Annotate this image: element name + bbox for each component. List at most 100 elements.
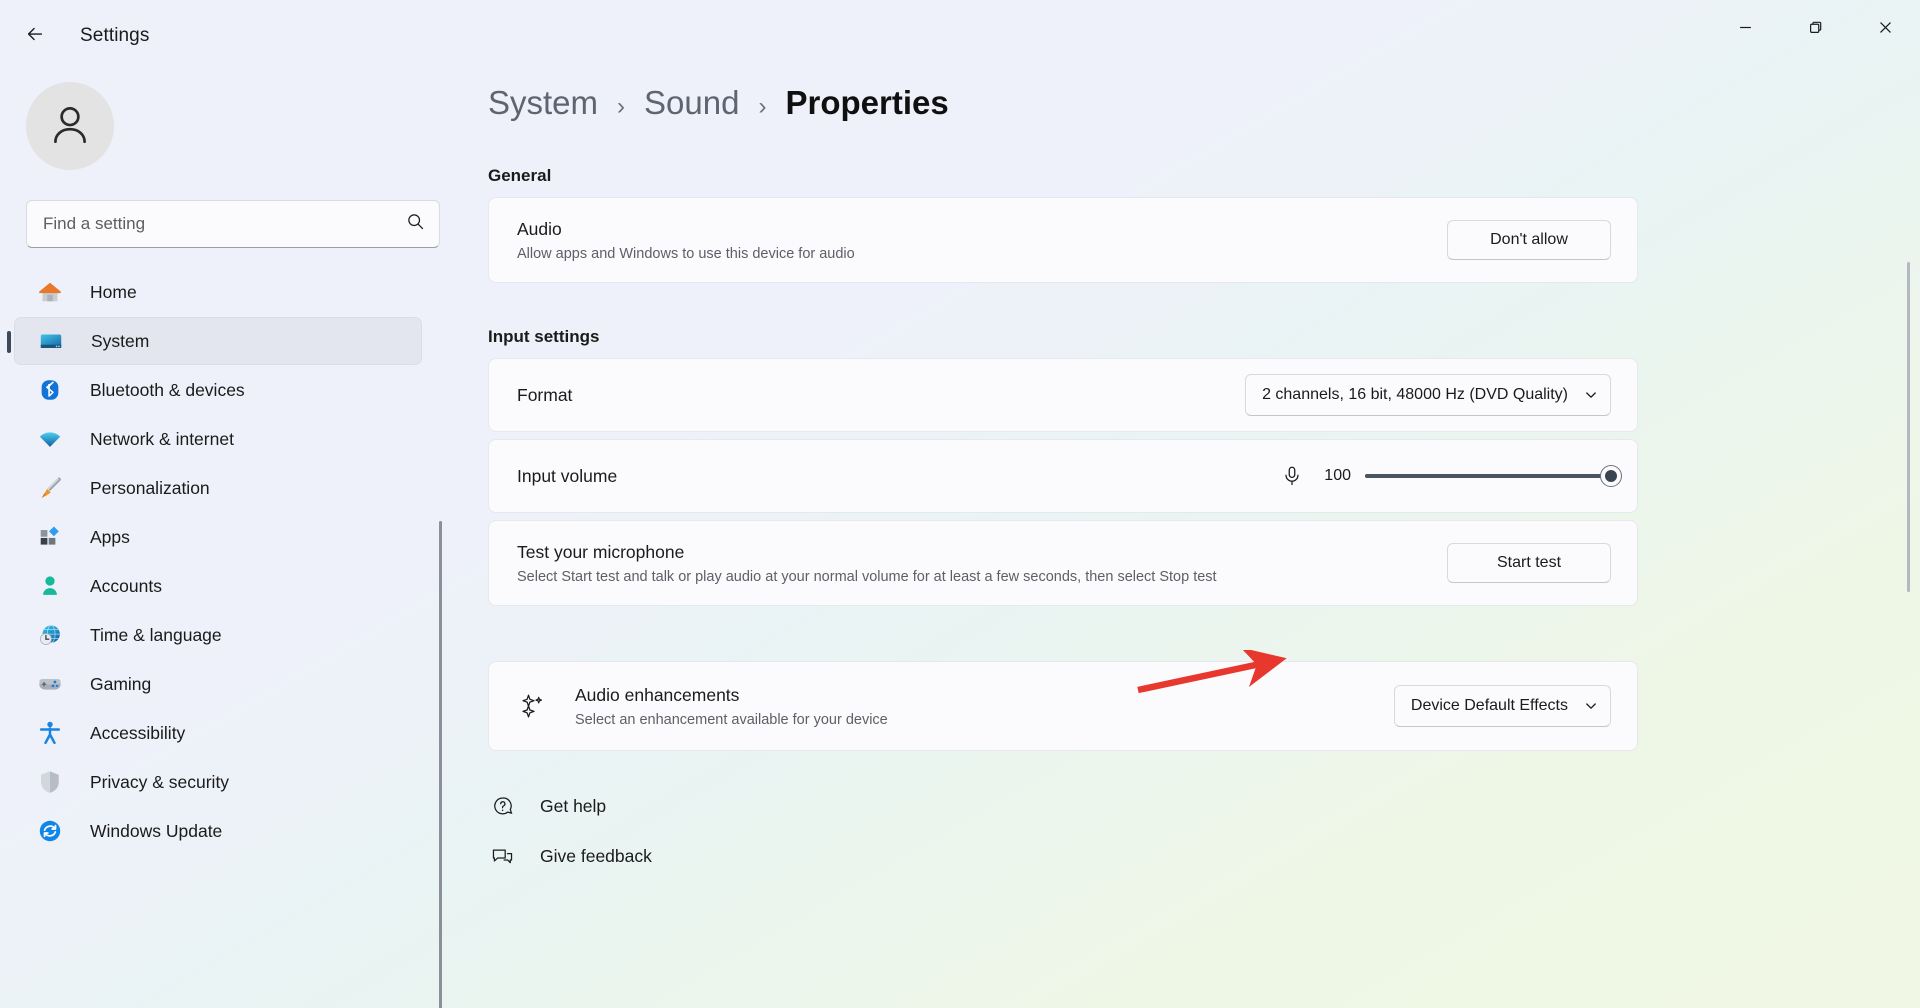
slider-thumb[interactable] [1601,466,1621,486]
bluetooth-icon [36,376,64,404]
sidebar: Home System [0,72,448,1008]
sidebar-item-label: Gaming [90,674,151,695]
audio-enhancements-dropdown[interactable]: Device Default Effects [1394,685,1611,727]
sidebar-item-bluetooth-devices[interactable]: Bluetooth & devices [14,366,422,414]
sidebar-item-system[interactable]: System [14,317,422,365]
minimize-button[interactable] [1710,0,1780,60]
title-bar: Settings [0,0,1920,72]
chevron-down-icon [1584,699,1598,713]
audio-enhancements-row: Audio enhancements Select an enhancement… [488,661,1638,751]
start-test-button[interactable]: Start test [1447,543,1611,583]
content-scrollbar[interactable] [1907,262,1910,592]
section-heading-input-settings: Input settings [488,327,1920,347]
wifi-icon [36,425,64,453]
avatar-container [26,72,448,170]
sidebar-item-label: Bluetooth & devices [90,380,245,401]
format-row-title: Format [517,385,1245,406]
format-dropdown[interactable]: 2 channels, 16 bit, 48000 Hz (DVD Qualit… [1245,374,1611,416]
get-help-link[interactable]: Get help [488,781,606,831]
format-row-texts: Format [517,385,1245,406]
search-input[interactable] [43,214,406,234]
accessibility-icon [36,719,64,747]
input-volume-value: 100 [1317,467,1351,485]
audio-enhancements-subtitle: Select an enhancement available for your… [575,712,1394,728]
page-title: Properties [785,84,948,122]
format-dropdown-value: 2 channels, 16 bit, 48000 Hz (DVD Qualit… [1262,386,1568,404]
input-volume-title: Input volume [517,466,1281,487]
help-question-icon [488,792,516,820]
sidebar-item-label: Network & internet [90,429,234,450]
breadcrumb-link-system[interactable]: System [488,84,598,122]
test-microphone-texts: Test your microphone Select Start test a… [517,542,1447,585]
slider-fill [1365,474,1611,478]
sidebar-item-label: Accounts [90,576,162,597]
section-heading-general: General [488,166,1920,186]
breadcrumb-link-sound[interactable]: Sound [644,84,739,122]
audio-enhancements-texts: Audio enhancements Select an enhancement… [575,685,1394,728]
sidebar-item-accessibility[interactable]: Accessibility [14,709,422,757]
input-volume-control: 100 [1281,465,1611,487]
audio-row: Audio Allow apps and Windows to use this… [488,197,1638,283]
give-feedback-link[interactable]: Give feedback [488,831,652,881]
chevron-down-icon [1584,388,1598,402]
sidebar-item-windows-update[interactable]: Windows Update [14,807,422,855]
sidebar-item-network-internet[interactable]: Network & internet [14,415,422,463]
audio-row-texts: Audio Allow apps and Windows to use this… [517,219,1447,262]
system-monitor-icon [37,327,65,355]
sidebar-item-apps[interactable]: Apps [14,513,422,561]
get-help-label: Get help [540,796,606,817]
sidebar-item-label: Apps [90,527,130,548]
paintbrush-icon [36,474,64,502]
audio-row-subtitle: Allow apps and Windows to use this devic… [517,246,1447,262]
sidebar-item-privacy-security[interactable]: Privacy & security [14,758,422,806]
input-volume-row: Input volume 100 [488,439,1638,513]
microphone-icon [1281,465,1303,487]
input-volume-texts: Input volume [517,466,1281,487]
settings-window: Settings [0,0,1920,1008]
audio-enhancements-title: Audio enhancements [575,685,1394,706]
sidebar-item-personalization[interactable]: Personalization [14,464,422,512]
give-feedback-label: Give feedback [540,846,652,867]
footer-links: Get help Give feedback [488,781,1920,881]
audio-enhancements-value: Device Default Effects [1411,697,1568,715]
back-button[interactable] [12,13,58,59]
user-avatar-icon [45,99,95,154]
maximize-restore-icon [1809,21,1822,39]
chevron-right-icon: › [758,93,766,121]
sidebar-item-label: Accessibility [90,723,185,744]
audio-row-title: Audio [517,219,1447,240]
person-icon [36,572,64,600]
sidebar-item-gaming[interactable]: Gaming [14,660,422,708]
feedback-icon [488,842,516,870]
apps-grid-icon [36,523,64,551]
sidebar-item-label: System [91,331,149,352]
avatar[interactable] [26,82,114,170]
clock-globe-icon [36,621,64,649]
breadcrumb: System › Sound › Properties [488,72,1920,122]
input-volume-slider[interactable] [1365,465,1611,487]
app-title: Settings [80,25,149,47]
sidebar-item-label: Time & language [90,625,222,646]
sidebar-item-label: Personalization [90,478,210,499]
sidebar-item-label: Privacy & security [90,772,229,793]
format-row: Format 2 channels, 16 bit, 48000 Hz (DVD… [488,358,1638,432]
home-icon [36,278,64,306]
gamepad-icon [36,670,64,698]
test-microphone-title: Test your microphone [517,542,1447,563]
dont-allow-button[interactable]: Don't allow [1447,220,1611,260]
shield-icon [36,768,64,796]
chevron-right-icon: › [617,93,625,121]
close-button[interactable] [1850,0,1920,60]
sparkle-enhancement-icon [517,690,549,722]
sidebar-item-label: Home [90,282,137,303]
minimize-icon [1739,21,1752,39]
sidebar-item-accounts[interactable]: Accounts [14,562,422,610]
sidebar-scrollbar[interactable] [439,521,442,1008]
sidebar-item-time-language[interactable]: Time & language [14,611,422,659]
sidebar-nav: Home System [0,268,448,1008]
search-box[interactable] [26,200,440,248]
sidebar-item-home[interactable]: Home [14,268,422,316]
maximize-button[interactable] [1780,0,1850,60]
back-arrow-icon [24,23,46,50]
search-icon [406,212,425,236]
